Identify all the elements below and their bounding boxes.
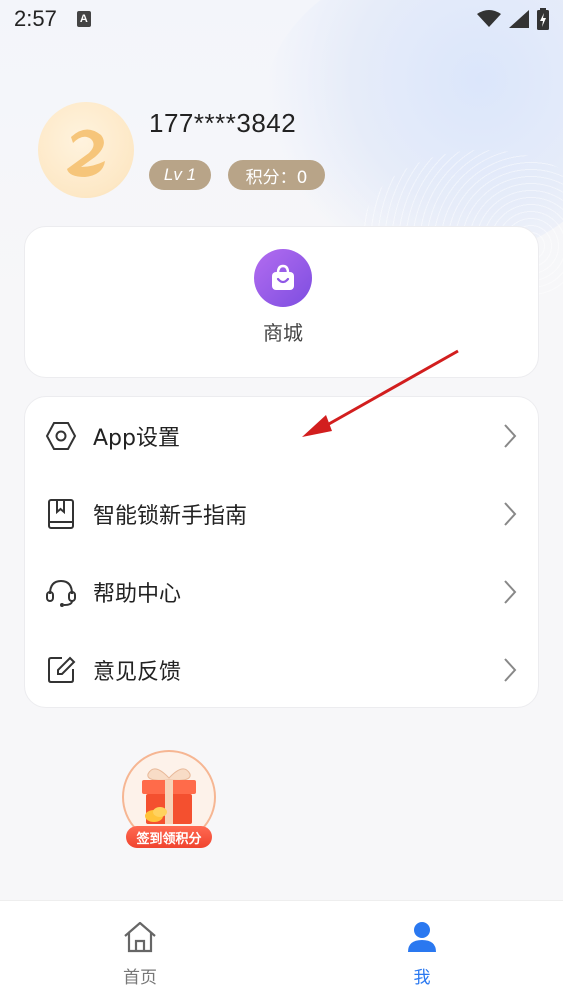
status-time: 2:57 <box>14 6 57 31</box>
menu-item-label: App设置 <box>93 426 180 451</box>
profile-section: 177****3842 Lv 1 积分：0 <box>38 102 538 202</box>
avatar[interactable] <box>38 102 134 198</box>
chevron-right-icon <box>500 577 520 607</box>
user-icon <box>402 919 442 955</box>
menu-item-app-settings[interactable]: App设置 <box>25 397 540 475</box>
menu-item-label: 帮助中心 <box>93 582 182 607</box>
menu-item-feedback[interactable]: 意见反馈 <box>25 631 540 709</box>
tab-me[interactable]: 我 <box>382 919 462 988</box>
menu-item-label: 意见反馈 <box>93 660 182 685</box>
menu-item-help-center[interactable]: 帮助中心 <box>25 553 540 631</box>
notification-icon: A <box>76 11 91 27</box>
battery-icon <box>537 8 549 30</box>
avatar-logo-icon <box>67 129 105 177</box>
edit-icon <box>45 654 77 686</box>
status-bar: 2:57 A <box>0 0 563 38</box>
gift-label: 签到领积分 <box>126 826 212 848</box>
signal-icon <box>509 10 529 28</box>
gift-box-icon <box>142 768 196 824</box>
user-phone: 177****3842 <box>149 108 297 138</box>
shop-label: 商城 <box>263 321 303 345</box>
wifi-icon <box>477 10 501 27</box>
bottom-nav: 首页 我 <box>0 900 563 1002</box>
tab-home[interactable]: 首页 <box>100 919 180 988</box>
tab-home-label: 首页 <box>123 968 157 988</box>
menu-item-smart-lock-guide[interactable]: 智能锁新手指南 <box>25 475 540 553</box>
home-icon <box>120 919 160 955</box>
shopping-bag-icon <box>254 249 312 307</box>
points-badge[interactable]: 积分：0 <box>228 160 325 190</box>
shop-button[interactable]: 商城 <box>251 249 315 346</box>
menu-item-label: 智能锁新手指南 <box>93 504 248 529</box>
status-icons <box>477 8 549 30</box>
level-badge: Lv 1 <box>149 160 211 190</box>
check-in-gift-button[interactable]: 签到领积分 <box>122 750 216 850</box>
book-icon <box>45 498 77 530</box>
shop-card: 商城 <box>24 226 539 378</box>
tab-me-label: 我 <box>413 968 431 988</box>
hexagon-settings-icon <box>45 420 77 452</box>
headset-icon <box>45 576 77 608</box>
chevron-right-icon <box>500 421 520 451</box>
menu-card: App设置 智能锁新手指南 帮助中心 意见反馈 <box>24 396 539 708</box>
chevron-right-icon <box>500 655 520 685</box>
chevron-right-icon <box>500 499 520 529</box>
